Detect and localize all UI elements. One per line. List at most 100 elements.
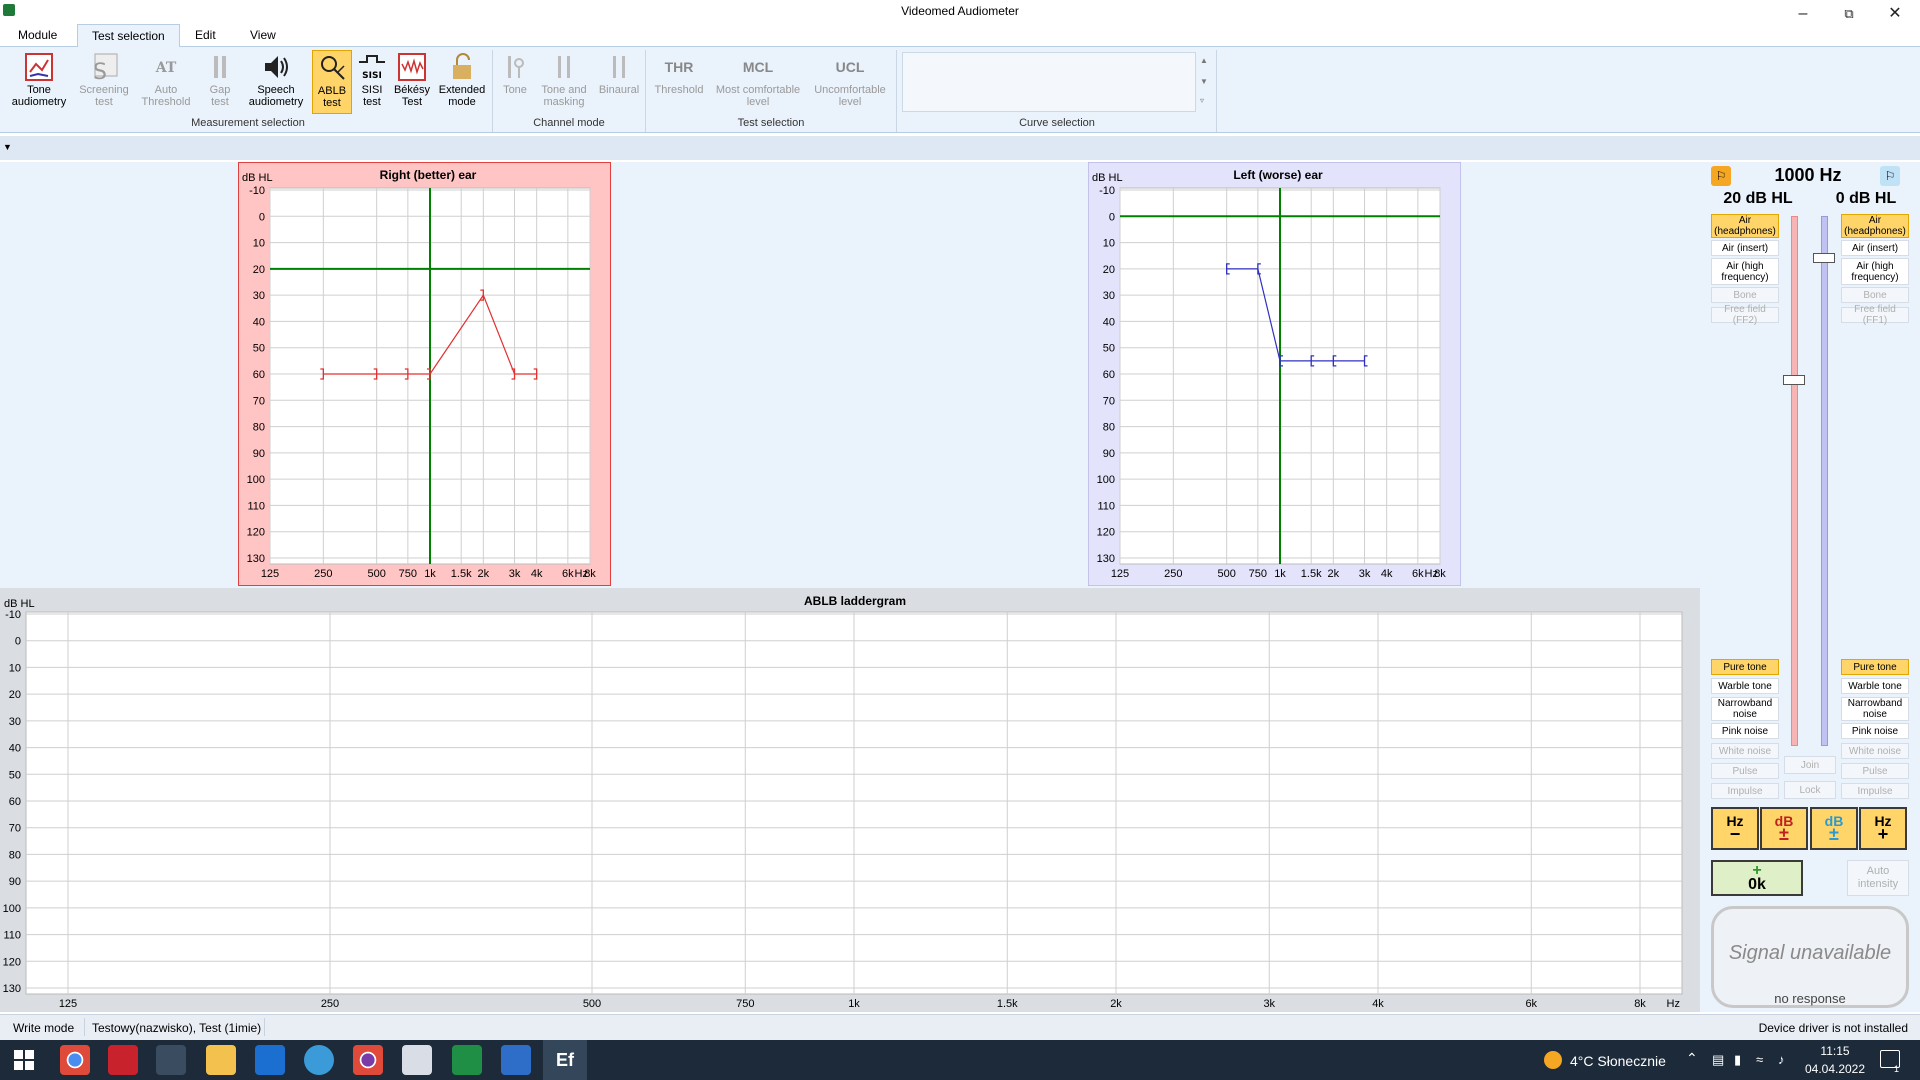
transducer-left-4[interactable]: Free field (FF1) bbox=[1841, 304, 1909, 326]
right-ear-icon[interactable]: ⚐ bbox=[1711, 166, 1731, 186]
stimulus-right-3[interactable]: Pink noise bbox=[1711, 723, 1779, 739]
stimulus-left-1[interactable]: Warble tone bbox=[1841, 678, 1909, 694]
transducer-left-2[interactable]: Air (high frequency) bbox=[1841, 258, 1909, 285]
y-tick-label: 20 bbox=[1103, 264, 1115, 276]
left-level-slider-track[interactable] bbox=[1821, 216, 1828, 746]
wifi-icon[interactable]: ≈ bbox=[1756, 1052, 1763, 1067]
file-explorer-icon[interactable] bbox=[206, 1045, 236, 1075]
threshold-button[interactable]: THR Threshold bbox=[650, 50, 708, 114]
stimulus-left-6[interactable]: Impulse bbox=[1841, 783, 1909, 799]
y-tick-label: 130 bbox=[247, 553, 265, 565]
auto-threshold-button[interactable]: AT Auto Threshold bbox=[136, 50, 196, 114]
stimulus-left-0[interactable]: Pure tone bbox=[1841, 659, 1909, 675]
join-button[interactable]: Join bbox=[1784, 756, 1836, 774]
maps-icon[interactable] bbox=[156, 1045, 186, 1075]
x-tick-label: 1k bbox=[1274, 568, 1286, 580]
screening-test-button[interactable]: S Screening test bbox=[74, 50, 134, 114]
battery-icon[interactable]: ▮ bbox=[1734, 1052, 1741, 1068]
transducer-left-3[interactable]: Bone bbox=[1841, 287, 1909, 303]
sisi-test-button[interactable]: SISI SISI test bbox=[354, 50, 390, 114]
stimulus-left-2[interactable]: Narrowband noise bbox=[1841, 697, 1909, 721]
ribbon-separator bbox=[1216, 50, 1217, 132]
teamviewer-icon[interactable] bbox=[255, 1045, 285, 1075]
curve-scroll-down-icon[interactable]: ▼ bbox=[1200, 77, 1208, 86]
stimulus-right-6[interactable]: Impulse bbox=[1711, 783, 1779, 799]
videomed-app-icon[interactable]: Ef bbox=[550, 1045, 580, 1075]
chrome-profile-icon[interactable] bbox=[353, 1045, 383, 1075]
spreadsheet-icon[interactable] bbox=[452, 1045, 482, 1075]
frequency-down-button[interactable]: Hz − bbox=[1711, 807, 1759, 850]
left-ear-icon[interactable]: ⚐ bbox=[1880, 166, 1900, 186]
transducer-right-3[interactable]: Bone bbox=[1711, 287, 1779, 303]
curve-selection-list[interactable] bbox=[902, 52, 1196, 112]
weather-text[interactable]: 4°C Słonecznie bbox=[1570, 1053, 1666, 1069]
taskbar-time[interactable]: 11:15 bbox=[1800, 1044, 1870, 1058]
quick-access-dropdown-icon[interactable]: ▼ bbox=[3, 142, 12, 152]
network-icon[interactable]: ▤ bbox=[1712, 1052, 1724, 1068]
speech-audiometry-button[interactable]: Speech audiometry bbox=[244, 50, 308, 114]
stimulus-right-4[interactable]: White noise bbox=[1711, 743, 1779, 759]
y-tick-label: 50 bbox=[9, 769, 21, 781]
transducer-left-0[interactable]: Air (headphones) bbox=[1841, 214, 1909, 238]
transducer-right-1[interactable]: Air (insert) bbox=[1711, 240, 1779, 256]
tab-edit[interactable]: Edit bbox=[181, 24, 230, 47]
tone-channel-button[interactable]: Tone bbox=[498, 50, 532, 114]
chrome-icon[interactable] bbox=[60, 1045, 90, 1075]
binaural-button[interactable]: Binaural bbox=[596, 50, 642, 114]
frequency-up-button-sign-icon: + bbox=[1877, 824, 1889, 844]
gap-test-button[interactable]: Gap test bbox=[200, 50, 240, 114]
stimulus-left-4[interactable]: White noise bbox=[1841, 743, 1909, 759]
start-windows-icon[interactable] bbox=[14, 1050, 34, 1070]
taskbar-date[interactable]: 04.04.2022 bbox=[1800, 1062, 1870, 1076]
stimulus-left-5[interactable]: Pulse bbox=[1841, 763, 1909, 779]
right-level-stepper[interactable]: dB ± bbox=[1760, 807, 1808, 850]
status-driver: Device driver is not installed bbox=[1758, 1021, 1908, 1035]
tab-view[interactable]: View bbox=[236, 24, 290, 47]
tab-test-selection[interactable]: Test selection bbox=[77, 24, 180, 48]
tray-chevron-icon[interactable]: ⌃ bbox=[1686, 1050, 1698, 1067]
right-ear-audiogram[interactable]: Right (better) eardB HL125 250 500 750 1k 1.5… bbox=[238, 162, 611, 586]
stimulus-right-1[interactable]: Warble tone bbox=[1711, 678, 1779, 694]
y-tick-label: 20 bbox=[9, 689, 21, 701]
writer-icon[interactable] bbox=[501, 1045, 531, 1075]
ok-present-button[interactable]: +0k bbox=[1711, 860, 1803, 896]
browser-icon[interactable] bbox=[304, 1045, 334, 1075]
ablb-test-button[interactable]: ABLB test bbox=[312, 50, 352, 114]
tone-and-masking-button[interactable]: Tone and masking bbox=[534, 50, 594, 114]
x-tick-label: 500 bbox=[1217, 568, 1235, 580]
weather-sun-icon[interactable] bbox=[1544, 1051, 1562, 1069]
transducer-right-2[interactable]: Air (high frequency) bbox=[1711, 258, 1779, 285]
x-tick-label: 3k bbox=[1263, 998, 1275, 1010]
stimulus-right-0[interactable]: Pure tone bbox=[1711, 659, 1779, 675]
tab-module[interactable]: Module bbox=[4, 24, 71, 47]
left-level-stepper[interactable]: dB ± bbox=[1810, 807, 1858, 850]
stimulus-right-5[interactable]: Pulse bbox=[1711, 763, 1779, 779]
app-red-icon[interactable] bbox=[108, 1045, 138, 1075]
stimulus-left-3[interactable]: Pink noise bbox=[1841, 723, 1909, 739]
lock-button[interactable]: Lock bbox=[1784, 781, 1836, 799]
y-tick-label: 0 bbox=[15, 636, 21, 648]
right-level-slider-thumb[interactable] bbox=[1783, 375, 1805, 385]
stimulus-right-2[interactable]: Narrowband noise bbox=[1711, 697, 1779, 721]
transducer-right-0[interactable]: Air (headphones) bbox=[1711, 214, 1779, 238]
left-ear-audiogram[interactable]: Left (worse) eardB HL125 250 500 750 1k 1.5k 2… bbox=[1088, 162, 1461, 586]
frequency-up-button[interactable]: Hz + bbox=[1859, 807, 1907, 850]
mcl-button[interactable]: MCL Most comfortable level bbox=[710, 50, 806, 114]
extended-mode-button[interactable]: Extended mode bbox=[434, 50, 490, 114]
curve-expand-icon[interactable]: ▿ bbox=[1200, 96, 1204, 105]
y-tick-label: 110 bbox=[1097, 500, 1115, 512]
y-tick-label: -10 bbox=[1099, 185, 1115, 197]
auto-intensity-button[interactable]: Auto intensity bbox=[1847, 860, 1909, 896]
ucl-button[interactable]: UCL Uncomfortable level bbox=[808, 50, 892, 114]
bekesy-test-button[interactable]: Békésy Test bbox=[392, 50, 432, 114]
frequency-display: 1000 Hz bbox=[1774, 165, 1842, 185]
tone-audiometry-button[interactable]: Tone audiometry bbox=[6, 50, 72, 114]
transducer-right-4[interactable]: Free field (FF2) bbox=[1711, 304, 1779, 326]
left-level-slider-thumb[interactable] bbox=[1813, 253, 1835, 264]
transducer-left-1[interactable]: Air (insert) bbox=[1841, 240, 1909, 256]
volume-icon[interactable]: ♪ bbox=[1778, 1052, 1785, 1067]
right-level-slider-track[interactable] bbox=[1791, 216, 1798, 746]
ablb-laddergram[interactable]: ABLB laddergramdB HL125 250 500 750 1k 1.5k 2k… bbox=[0, 588, 1700, 1012]
curve-scroll-up-icon[interactable]: ▲ bbox=[1200, 56, 1208, 65]
document-icon[interactable] bbox=[402, 1045, 432, 1075]
